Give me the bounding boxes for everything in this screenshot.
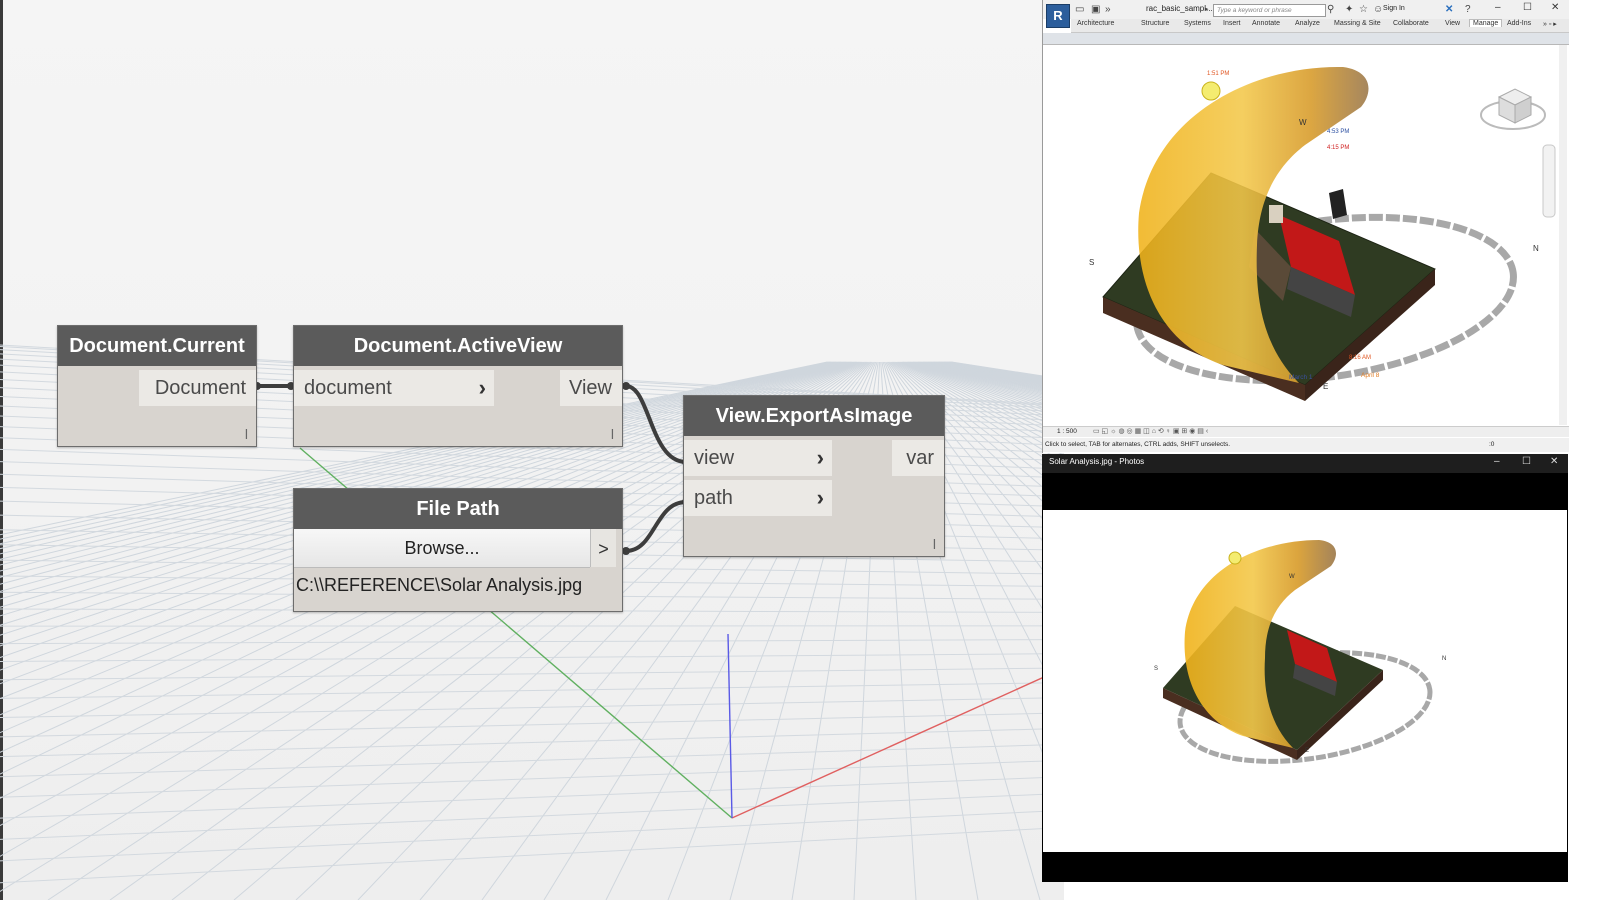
exported-sunpath-image: W S N E [1154, 540, 1446, 764]
node-title: File Path [294, 489, 622, 529]
save-icon[interactable]: ▣ [1091, 4, 1100, 15]
dynamo-canvas[interactable]: Document.Current Document l Document.Act… [0, 0, 1064, 900]
minimize-button[interactable]: – [1494, 456, 1500, 467]
tab-structure[interactable]: Structure [1141, 20, 1169, 27]
status-bar: Click to select, TAB for alternates, CTR… [1043, 438, 1569, 452]
tab-manage[interactable]: Manage [1469, 19, 1503, 27]
compass-east: E [1305, 748, 1309, 754]
tab-massing-site[interactable]: Massing & Site [1334, 20, 1381, 27]
ribbon-panel-strip [1043, 33, 1569, 45]
tab-analyze[interactable]: Analyze [1295, 20, 1320, 27]
help-icon[interactable]: ? [1465, 4, 1471, 15]
open-icon[interactable]: ▭ [1075, 4, 1084, 15]
status-message: Click to select, TAB for alternates, CTR… [1045, 441, 1231, 448]
binoculars-icon[interactable]: ⚲ [1327, 4, 1334, 15]
revit-logo[interactable]: R [1046, 4, 1070, 28]
date-label: April 8 [1361, 372, 1380, 379]
input-port-path[interactable]: path › [684, 480, 832, 516]
scale-value[interactable]: 1 : 500 [1057, 428, 1077, 435]
file-path-value: C:\\REFERENCE\Solar Analysis.jpg [296, 575, 583, 595]
view-controls-icons[interactable]: ▭ ◱ ☼ ◍ ◎ ▦ ◫ ⌂ ⟲ ♀ ▣ ⊞ ◉ ▤ ‹ [1093, 427, 1208, 435]
compass-south: S [1154, 666, 1158, 672]
node-document-current[interactable]: Document.Current Document l [57, 325, 257, 447]
compass-south: S [1089, 258, 1094, 267]
browse-button[interactable]: Browse... [294, 529, 590, 568]
selection-filter-count[interactable]: :0 [1489, 438, 1494, 452]
output-port-document[interactable]: Document [139, 370, 256, 406]
lacing-indicator[interactable]: l [245, 426, 248, 442]
sun-icon[interactable] [1201, 81, 1221, 101]
tab-add-ins[interactable]: Add-Ins [1507, 20, 1531, 27]
compass-north: N [1533, 244, 1539, 253]
date-label: March 1 [1289, 374, 1313, 381]
output-port-var[interactable]: var [892, 440, 944, 476]
subscription-icon[interactable]: ✦ [1345, 4, 1353, 15]
navigation-bar[interactable] [1542, 144, 1556, 218]
output-port-view[interactable]: View [560, 370, 622, 406]
sun-time-label: 1:51 PM [1207, 71, 1229, 77]
node-title: View.ExportAsImage [684, 396, 944, 436]
compass-west: W [1299, 118, 1307, 127]
photos-window[interactable]: Solar Analysis.jpg - Photos – ☐ ✕ W S N … [1042, 454, 1568, 882]
wire-path[interactable] [625, 500, 687, 553]
chevron-right-icon: › [816, 445, 824, 470]
search-arrow-icon[interactable]: ▸ [1205, 5, 1209, 13]
compass-north: N [1442, 656, 1446, 662]
sun-time-label: 4:15 PM [1327, 145, 1349, 151]
node-file-path[interactable]: File Path Browse... > C:\\REFERENCE\Sola… [293, 488, 623, 612]
viewcube-icon[interactable] [1480, 88, 1546, 130]
photos-title: Solar Analysis.jpg - Photos [1049, 457, 1145, 466]
compass-west: W [1289, 574, 1295, 580]
maximize-button[interactable]: ☐ [1523, 2, 1532, 13]
lacing-indicator[interactable]: l [933, 536, 936, 552]
tab-collaborate[interactable]: Collaborate [1393, 20, 1429, 27]
close-button[interactable]: ✕ [1551, 2, 1559, 13]
exported-image[interactable]: W S N E [1043, 510, 1567, 852]
close-button[interactable]: ✕ [1550, 456, 1558, 467]
ribbon-tabs: Architecture Structure Systems Insert An… [1071, 19, 1569, 33]
3d-view-sunpath[interactable]: 1:51 PM 4:53 PM 4:15 PM 8:16 AM March 1 … [1043, 45, 1557, 425]
quick-access-toolbar: R ▭ ▣ » rac_basic_sampl... ▸ Type a keyw… [1043, 0, 1569, 28]
wire-view[interactable] [625, 384, 687, 464]
user-icon[interactable]: ☺ [1373, 4, 1383, 15]
lacing-indicator[interactable]: l [611, 426, 614, 442]
output-port-path[interactable]: > [590, 529, 616, 567]
node-view-exportasimage[interactable]: View.ExportAsImage view › path › var l [683, 395, 945, 557]
compass-east: E [1323, 382, 1328, 391]
node-document-activeview[interactable]: Document.ActiveView document › View l [293, 325, 623, 447]
favorites-icon[interactable]: ☆ [1359, 4, 1368, 15]
minimize-button[interactable]: – [1495, 2, 1501, 13]
tab-insert[interactable]: Insert [1223, 20, 1241, 27]
document-title: rac_basic_sampl... [1146, 4, 1213, 13]
chevron-right-icon: › [478, 375, 486, 400]
sun-time-label: 8:16 AM [1349, 355, 1371, 361]
view-control-bar: 1 : 500 ▭ ◱ ☼ ◍ ◎ ▦ ◫ ⌂ ⟲ ♀ ▣ ⊞ ◉ ▤ ‹ [1043, 426, 1569, 437]
tab-architecture[interactable]: Architecture [1077, 20, 1114, 27]
tab-systems[interactable]: Systems [1184, 20, 1211, 27]
photos-titlebar: Solar Analysis.jpg - Photos – ☐ ✕ [1042, 454, 1568, 473]
exchange-icon[interactable]: ✕ [1445, 4, 1453, 15]
revit-window[interactable]: R ▭ ▣ » rac_basic_sampl... ▸ Type a keyw… [1042, 0, 1569, 453]
node-title: Document.Current [58, 326, 256, 366]
more-icon[interactable]: » [1105, 4, 1111, 15]
sign-in-link[interactable]: Sign In [1383, 5, 1405, 12]
input-port-document[interactable]: document › [294, 370, 494, 406]
ribbon-overflow-icon[interactable]: » ▫ ▸ [1543, 20, 1557, 28]
tab-view[interactable]: View [1445, 20, 1460, 27]
maximize-button[interactable]: ☐ [1522, 456, 1531, 467]
sun-time-label: 4:53 PM [1327, 129, 1349, 135]
tab-annotate[interactable]: Annotate [1252, 20, 1280, 27]
input-port-view[interactable]: view › [684, 440, 832, 476]
search-input[interactable]: Type a keyword or phrase [1213, 4, 1326, 17]
chevron-right-icon: › [816, 485, 824, 510]
vertical-scrollbar[interactable] [1559, 45, 1567, 425]
node-title: Document.ActiveView [294, 326, 622, 366]
